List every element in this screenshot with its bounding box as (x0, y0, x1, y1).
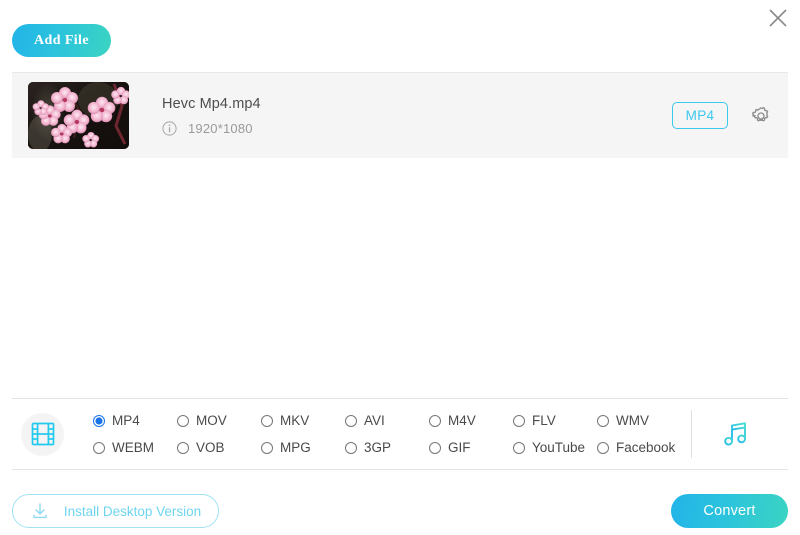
close-icon[interactable] (765, 5, 791, 31)
radio-facebook[interactable] (597, 442, 609, 454)
file-list-item[interactable]: Hevc Mp4.mp4 1920*1080 MP4 (12, 72, 788, 158)
format-options: MP4 MOV MKV AVI M4V FLV WMV WEBM (93, 407, 681, 461)
film-strip-icon[interactable] (21, 413, 64, 456)
format-option-label: YouTube (532, 440, 585, 455)
radio-mkv[interactable] (261, 415, 273, 427)
format-option-label: M4V (448, 413, 476, 428)
radio-avi[interactable] (345, 415, 357, 427)
radio-mov[interactable] (177, 415, 189, 427)
top-toolbar: Add File (0, 0, 800, 68)
add-file-button[interactable]: Add File (12, 24, 111, 57)
file-list: Hevc Mp4.mp4 1920*1080 MP4 (12, 72, 788, 158)
format-option-label: WEBM (112, 440, 154, 455)
download-icon (30, 501, 50, 521)
music-note-icon[interactable] (714, 412, 758, 456)
radio-youtube[interactable] (513, 442, 525, 454)
format-option-label: MPG (280, 440, 311, 455)
install-desktop-version-label: Install Desktop Version (64, 504, 201, 519)
file-details: 1920*1080 (162, 121, 261, 136)
radio-m4v[interactable] (429, 415, 441, 427)
radio-vob[interactable] (177, 442, 189, 454)
format-option-label: MOV (196, 413, 227, 428)
format-option-3gp[interactable]: 3GP (345, 440, 429, 455)
format-option-m4v[interactable]: M4V (429, 413, 513, 428)
format-option-label: GIF (448, 440, 471, 455)
radio-wmv[interactable] (597, 415, 609, 427)
format-option-wmv[interactable]: WMV (597, 413, 681, 428)
info-icon[interactable] (162, 121, 177, 136)
format-option-mov[interactable]: MOV (177, 413, 261, 428)
radio-gif[interactable] (429, 442, 441, 454)
file-resolution: 1920*1080 (188, 121, 253, 136)
format-option-mkv[interactable]: MKV (261, 413, 345, 428)
format-option-avi[interactable]: AVI (345, 413, 429, 428)
format-option-label: Facebook (616, 440, 675, 455)
format-option-label: VOB (196, 440, 225, 455)
file-actions: MP4 (672, 102, 772, 129)
file-name: Hevc Mp4.mp4 (162, 96, 261, 112)
radio-webm[interactable] (93, 442, 105, 454)
format-option-label: AVI (364, 413, 385, 428)
picker-divider (691, 410, 692, 458)
install-desktop-version-button[interactable]: Install Desktop Version (12, 494, 219, 528)
format-picker: MP4 MOV MKV AVI M4V FLV WMV WEBM (12, 398, 788, 470)
gear-icon[interactable] (750, 105, 772, 127)
format-option-flv[interactable]: FLV (513, 413, 597, 428)
footer: Install Desktop Version Convert (0, 482, 800, 535)
radio-3gp[interactable] (345, 442, 357, 454)
radio-mp4[interactable] (93, 415, 105, 427)
format-option-label: 3GP (364, 440, 391, 455)
format-option-label: FLV (532, 413, 556, 428)
file-meta: Hevc Mp4.mp4 1920*1080 (162, 96, 261, 136)
format-option-mp4[interactable]: MP4 (93, 413, 177, 428)
video-thumbnail-cherry-blossom (28, 82, 129, 149)
format-option-mpg[interactable]: MPG (261, 440, 345, 455)
format-option-vob[interactable]: VOB (177, 440, 261, 455)
format-option-label: WMV (616, 413, 649, 428)
format-option-label: MKV (280, 413, 309, 428)
output-format-badge[interactable]: MP4 (672, 102, 728, 129)
format-option-youtube[interactable]: YouTube (513, 440, 597, 455)
format-option-webm[interactable]: WEBM (93, 440, 177, 455)
format-option-gif[interactable]: GIF (429, 440, 513, 455)
radio-flv[interactable] (513, 415, 525, 427)
convert-button[interactable]: Convert (671, 494, 788, 528)
format-option-facebook[interactable]: Facebook (597, 440, 681, 455)
radio-mpg[interactable] (261, 442, 273, 454)
format-option-label: MP4 (112, 413, 140, 428)
